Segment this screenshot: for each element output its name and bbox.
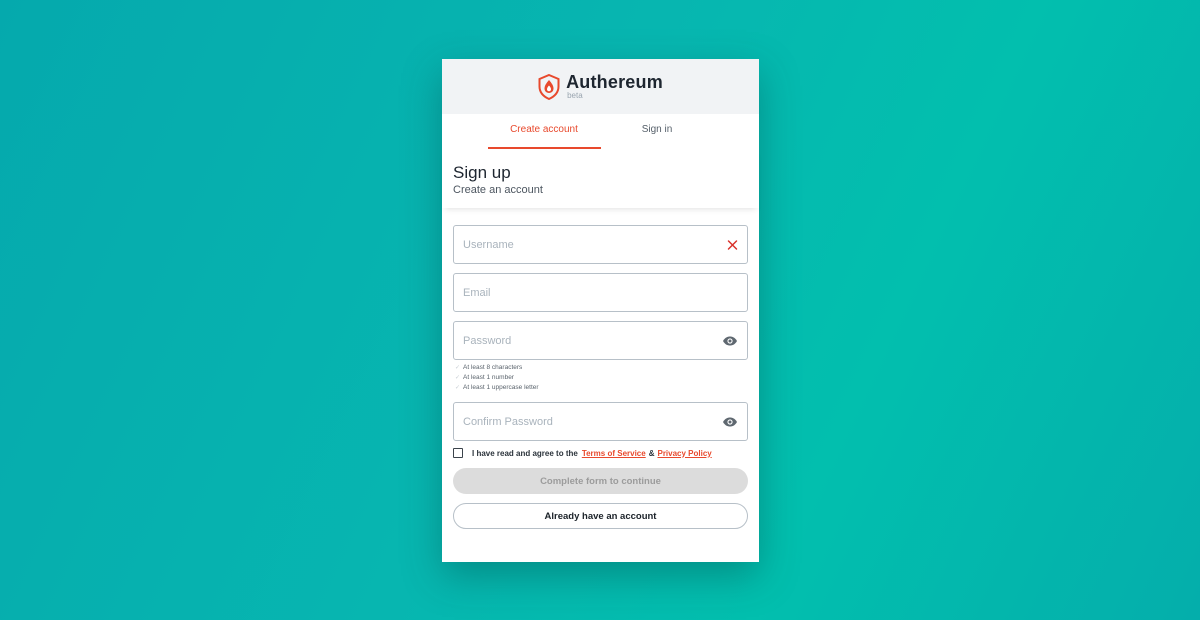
terms-of-service-link[interactable]: Terms of Service — [582, 449, 646, 458]
eye-icon[interactable] — [722, 335, 738, 346]
password-rule-text: At least 8 characters — [463, 364, 523, 371]
password-rules: ✓ At least 8 characters ✓ At least 1 num… — [453, 363, 748, 393]
username-field-container — [453, 225, 748, 264]
password-rule-item: ✓ At least 8 characters — [455, 363, 748, 373]
brand-logo: Authereum beta — [538, 73, 663, 100]
brand-name: Authereum — [566, 72, 663, 92]
page-subtitle: Create an account — [453, 184, 543, 196]
signup-card: Authereum beta Create account Sign in Si… — [442, 59, 759, 562]
password-rule-item: ✓ At least 1 uppercase letter — [455, 383, 748, 393]
brand-beta-label: beta — [567, 91, 583, 100]
username-input[interactable] — [454, 226, 747, 263]
password-rule-text: At least 1 number — [463, 374, 514, 381]
terms-row: I have read and agree to the Terms of Se… — [453, 448, 748, 458]
password-input[interactable] — [454, 322, 747, 359]
password-field-container — [453, 321, 748, 360]
heading-block: Sign up Create an account — [442, 149, 759, 208]
submit-button[interactable]: Complete form to continue — [453, 468, 748, 494]
check-icon: ✓ — [455, 365, 461, 371]
clear-icon[interactable] — [727, 239, 738, 250]
confirm-password-input[interactable] — [454, 403, 747, 440]
signup-form: ✓ At least 8 characters ✓ At least 1 num… — [442, 208, 759, 529]
card-header: Authereum beta — [442, 59, 759, 114]
terms-checkbox[interactable] — [453, 448, 463, 458]
authereum-shield-icon — [538, 73, 560, 100]
check-icon: ✓ — [455, 375, 461, 381]
already-have-account-button[interactable]: Already have an account — [453, 503, 748, 529]
tab-sign-in[interactable]: Sign in — [601, 116, 714, 149]
privacy-policy-link[interactable]: Privacy Policy — [657, 449, 711, 458]
eye-icon[interactable] — [722, 416, 738, 427]
tab-create-account[interactable]: Create account — [487, 116, 601, 149]
password-rule-item: ✓ At least 1 number — [455, 373, 748, 383]
page-title: Sign up — [453, 163, 511, 182]
terms-ampersand: & — [648, 448, 655, 458]
email-input[interactable] — [454, 274, 747, 311]
password-rule-text: At least 1 uppercase letter — [463, 384, 539, 391]
confirm-password-field-container — [453, 402, 748, 441]
email-field-container — [453, 273, 748, 312]
auth-tabs: Create account Sign in — [442, 116, 759, 149]
check-icon: ✓ — [455, 385, 461, 391]
terms-label: I have read and agree to the — [472, 448, 578, 458]
